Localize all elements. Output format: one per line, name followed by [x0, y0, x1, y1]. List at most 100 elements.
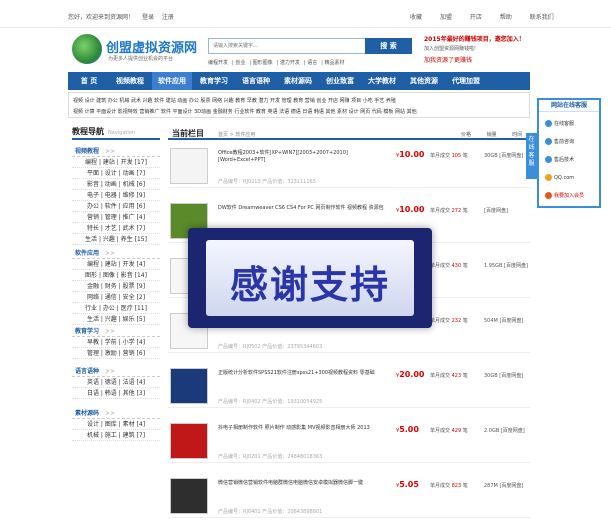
top-link-contact[interactable]: 联系我们 [530, 14, 554, 21]
chat-icon [545, 156, 552, 163]
product-title[interactable]: 抖电子相册制作软件 照片制作 动感影集 MV视频影音相册大师 2013 [218, 425, 388, 432]
service-panel-title: 网站在线客服 [539, 100, 599, 112]
sidebar-link[interactable]: 生活 | 兴趣 | 娱乐 [5] [72, 314, 160, 325]
nav-language[interactable]: 语言语种 [236, 72, 276, 90]
sidebar-link[interactable]: 设计 | 图库 | 素材 [4] [72, 419, 160, 430]
sidebar-group-header[interactable]: 软件应用 >> [72, 248, 160, 259]
search-input[interactable] [213, 40, 353, 52]
service-item[interactable]: QQ.com [545, 174, 574, 181]
product-item[interactable]: 微信营销微信营销软件电脑群微信电脑微信安卓模拟器微信脚一键 产品编号：RJ0401… [168, 474, 530, 518]
product-item[interactable]: 抖电子相册制作软件 照片制作 动感影集 MV视频影音相册大师 2013 产品编号：… [168, 419, 530, 463]
category-row[interactable]: 视频 设计 建筑 办公 机械 武术 兴趣 软件 建站 动画 办公 股票 网络 兴… [73, 97, 396, 104]
sidebar-group-software: 软件应用 >> 编程 | 建站 | 开发 [4] 图形 | 图像 | 影音 [14… [72, 248, 160, 325]
price-value: 20.00 [399, 370, 425, 379]
service-item[interactable]: 售前咨询 [545, 138, 574, 145]
price-value: 5.05 [399, 480, 419, 489]
nav-education[interactable]: 教育学习 [194, 72, 234, 90]
sidebar-subtitle: Navigation [108, 130, 135, 136]
promo-title[interactable]: 2015年最好的赚钱项目，邀您加入！ [424, 34, 525, 43]
sold-prefix: 单月成交 [430, 483, 451, 489]
product-thumbnail[interactable] [170, 478, 208, 514]
hotword[interactable]: 图形图像 [253, 60, 273, 66]
sidebar-group-header[interactable]: 教育学习 >> [72, 326, 160, 337]
product-title[interactable]: Office教程2003+软件[XP+WIN7][2003+2007+2010]… [218, 150, 388, 164]
sidebar-group-header[interactable]: 素材源码 >> [72, 408, 160, 419]
sidebar-group-header[interactable]: 语言语种 >> [72, 366, 160, 377]
category-row[interactable]: 视频 计算 平面设计 影视特效 营销推广 软件 平面设计 3D动画 金融财务 行… [73, 108, 417, 115]
nav-textbooks[interactable]: 大学教材 [362, 72, 402, 90]
top-link-favorite[interactable]: 收藏 [410, 14, 422, 21]
sidebar-link[interactable]: 英语 | 德语 | 法语 [4] [72, 377, 160, 388]
product-title[interactable]: 正版统计分析软件SPSS21软件注册spss21+300视频教程资料 零基础 [218, 370, 388, 377]
service-item[interactable]: 售后技术 [545, 156, 574, 163]
sidebar-link[interactable]: 影音 | 动画 | 机械 [6] [72, 179, 160, 190]
sort-sales[interactable]: 销量 [487, 132, 497, 138]
sold-count: 823 [451, 483, 462, 489]
hotword[interactable]: 编程开发 [208, 60, 228, 66]
product-sales: 单月成交 423 笔 [430, 372, 468, 379]
sold-prefix: 单月成交 [430, 428, 451, 434]
product-meta: 产品编号：RJ0402 产品价值：19310054925 [218, 399, 323, 405]
product-item[interactable]: 正版统计分析软件SPSS21软件注册spss21+300视频教程资料 零基础 产品… [168, 364, 530, 408]
sidebar-link[interactable]: 编程 | 建站 | 开发 [17] [72, 157, 160, 168]
product-title[interactable]: DW软件 Dreamweaver CS6 CS4 For PC 网页制作软件 视… [218, 205, 388, 212]
sidebar-link[interactable]: 生活 | 兴趣 | 养生 [15] [72, 234, 160, 245]
nav-software[interactable]: 软件应用 [152, 72, 192, 90]
sidebar-link[interactable]: 早教 | 学前 | 小学 [4] [72, 337, 160, 348]
product-thumbnail[interactable] [170, 423, 208, 459]
sidebar: 教程导航 Navigation 视频教程 >> 编程 | 建站 | 开发 [17] … [72, 126, 160, 528]
sidebar-link[interactable]: 电子 | 电器 | 维修 [9] [72, 190, 160, 201]
sidebar-link[interactable]: 管理 | 激励 | 营销 [6] [72, 348, 160, 359]
product-size: 1.95GB [百度网盘] [484, 263, 528, 269]
sidebar-link[interactable]: 编程 | 建站 | 开发 [4] [72, 259, 160, 270]
login-link[interactable]: 登录 [142, 14, 154, 21]
service-item[interactable]: 在线客服 [545, 120, 574, 127]
nav-other[interactable]: 其他资源 [404, 72, 444, 90]
sold-suffix: 笔 [462, 208, 468, 214]
hotword[interactable]: 精品素材 [324, 60, 344, 66]
online-service-tab[interactable]: 在线客服 [526, 133, 537, 179]
sidebar-link[interactable]: 金融 | 财务 | 股票 [9] [72, 281, 160, 292]
main-nav: 首 页 视频教程 软件应用 教育学习 语言语种 素材源码 创业致富 大学教材 其… [68, 72, 530, 90]
nav-agent[interactable]: 代理加盟 [446, 72, 486, 90]
nav-video[interactable]: 视频教程 [110, 72, 150, 90]
product-price: ¥5.05 [396, 480, 419, 489]
product-title[interactable]: 微信营销微信营销软件电脑群微信电脑微信安卓模拟器微信脚一键 [218, 480, 388, 487]
sort-time[interactable]: 时间 [512, 132, 522, 138]
product-sales: 单月成交 105 笔 [430, 152, 468, 159]
top-bar: 您好，欢迎来到资源网！ 登录 注册 收藏 加盟 开店 帮助 联系我们 [0, 0, 611, 28]
sidebar-link[interactable]: 网络 | 通信 | 安全 [2] [72, 292, 160, 303]
promo-link[interactable]: 加我资源了更赚钱 [424, 55, 472, 64]
product-thumbnail[interactable] [170, 148, 208, 184]
hotword[interactable]: 语言 [307, 60, 317, 66]
logo-icon[interactable] [72, 34, 102, 64]
top-link-help[interactable]: 帮助 [500, 14, 512, 21]
nav-home[interactable]: 首 页 [68, 72, 110, 90]
join-member-link[interactable]: 我要加入会员 [545, 192, 584, 199]
sidebar-link[interactable]: 日语 | 韩语 | 其他 [3] [72, 388, 160, 399]
sidebar-link[interactable]: 机械 | 施工 | 建筑 [7] [72, 430, 160, 441]
hotword[interactable]: 潜力开发 [280, 60, 300, 66]
sidebar-link[interactable]: 营销 | 管理 | 推广 [4] [72, 212, 160, 223]
register-link[interactable]: 注册 [162, 14, 174, 21]
site-logo-text[interactable]: 创盟虚拟资源网 [106, 37, 197, 56]
sidebar-link[interactable]: 行业 | 办公 | 医疗 [11] [72, 303, 160, 314]
sidebar-link[interactable]: 平面 | 设计 | 动画 [7] [72, 168, 160, 179]
sidebar-link[interactable]: 特长 | 才艺 | 武术 [7] [72, 223, 160, 234]
product-item[interactable]: Office教程2003+软件[XP+WIN7][2003+2007+2010]… [168, 144, 530, 188]
product-size: 504M [百度网盘] [484, 318, 524, 324]
search-button[interactable]: 搜 索 [365, 38, 412, 54]
top-link-shop[interactable]: 开店 [470, 14, 482, 21]
nav-materials[interactable]: 素材源码 [278, 72, 318, 90]
nav-business[interactable]: 创业致富 [320, 72, 360, 90]
sidebar-link[interactable]: 办公 | 软件 | 应用 [6] [72, 201, 160, 212]
chevron-right-icon: >> [105, 148, 116, 155]
product-thumbnail[interactable] [170, 368, 208, 404]
breadcrumb[interactable]: 首页 > 软件应用 [218, 131, 255, 138]
sort-price[interactable]: 价格 [461, 132, 471, 138]
hotword[interactable]: 创业 [235, 60, 245, 66]
sidebar-link[interactable]: 图形 | 图像 | 影音 [14] [72, 270, 160, 281]
sidebar-group-language: 语言语种 >> 英语 | 德语 | 法语 [4] 日语 | 韩语 | 其他 [3] [72, 366, 160, 399]
top-link-join[interactable]: 加盟 [440, 14, 452, 21]
sidebar-group-header[interactable]: 视频教程 >> [72, 146, 160, 157]
